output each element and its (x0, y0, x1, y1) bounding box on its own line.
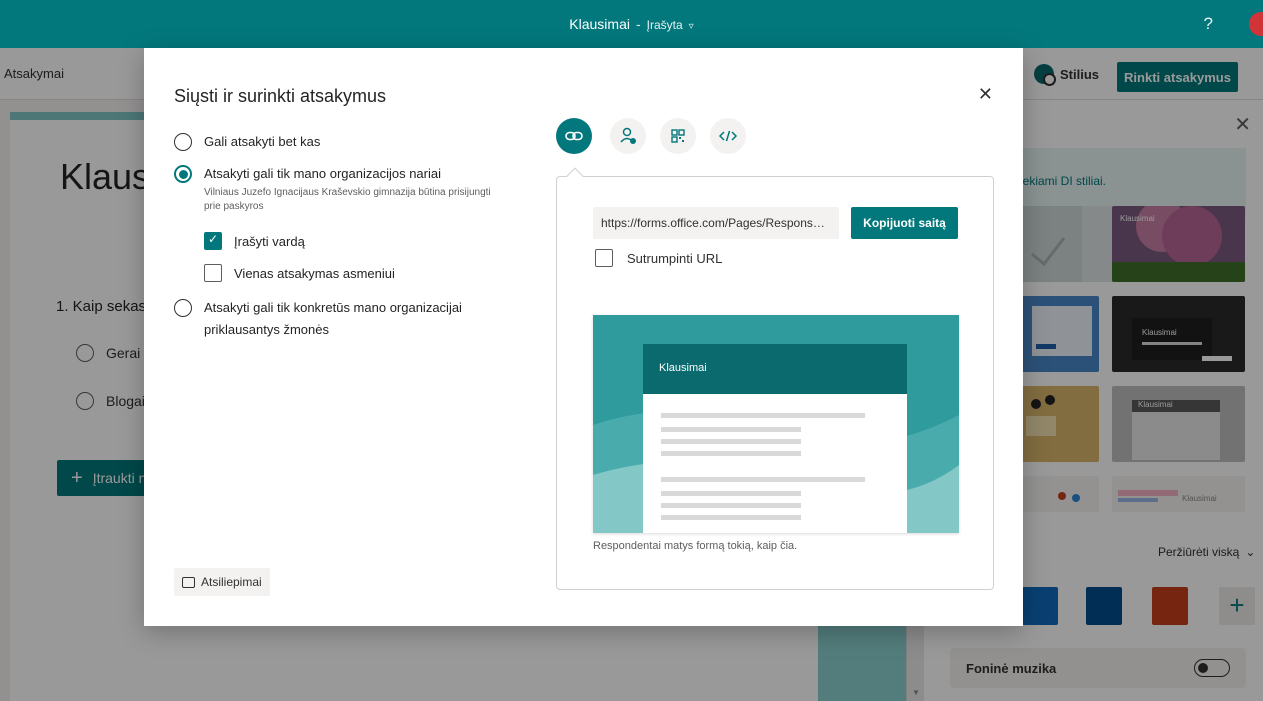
form-title-header[interactable]: Klausimai - Įrašyta ▿ (0, 0, 1263, 48)
option-label: Atsakyti gali tik mano organizacijos nar… (204, 166, 441, 181)
preview-line (661, 515, 801, 520)
copy-link-button[interactable]: Kopijuoti saitą (851, 207, 958, 239)
preview-line (661, 491, 801, 496)
checkbox-icon (595, 249, 613, 267)
option-anyone[interactable]: Gali atsakyti bet kas (174, 133, 320, 151)
link-icon[interactable] (556, 118, 592, 154)
embed-code-icon[interactable] (710, 118, 746, 154)
one-response-checkbox[interactable]: Vienas atsakymas asmeniui (204, 264, 395, 282)
option-sublabel: Vilniaus Juzefo Ignacijaus Kraševskio gi… (204, 187, 491, 212)
option-specific-people[interactable]: Atsakyti gali tik konkretūs mano organiz… (174, 299, 494, 341)
share-link-panel: https://forms.office.com/Pages/ResponseP… (556, 176, 994, 590)
radio-icon (174, 133, 192, 151)
preview-line (661, 413, 865, 418)
close-icon[interactable]: ✕ (978, 84, 993, 105)
preview-line (661, 451, 801, 456)
checkbox-label: Vienas atsakymas asmeniui (234, 265, 395, 281)
help-icon[interactable]: ? (1204, 0, 1213, 48)
share-dialog: Siųsti ir surinkti atsakymus ✕ Gali atsa… (144, 48, 1023, 626)
header-separator: - (635, 16, 641, 32)
chevron-down-icon[interactable]: ▿ (689, 3, 694, 51)
save-status: Įrašyta (646, 18, 683, 32)
feedback-button[interactable]: Atsiliepimai (174, 568, 270, 596)
feedback-label: Atsiliepimai (201, 575, 262, 589)
share-url-field[interactable]: https://forms.office.com/Pages/ResponseP… (593, 207, 839, 239)
preview-line (661, 427, 801, 432)
radio-icon (174, 299, 192, 317)
checkbox-icon (204, 264, 222, 282)
option-org-only[interactable]: Atsakyti gali tik mano organizacijos nar… (174, 165, 494, 214)
checkbox-checked-icon (204, 232, 222, 250)
invite-people-icon[interactable] (610, 118, 646, 154)
option-label: Atsakyti gali tik konkretūs mano organiz… (204, 300, 462, 337)
preview-line (661, 503, 801, 508)
preview-title: Klausimai (643, 344, 907, 394)
top-header: Klausimai - Įrašyta ▿ ? (0, 0, 1263, 48)
preview-line (661, 477, 865, 482)
radio-selected-icon (174, 165, 192, 183)
record-name-checkbox[interactable]: Įrašyti vardą (204, 232, 305, 250)
header-form-name: Klausimai (569, 16, 630, 32)
shorten-url-checkbox[interactable]: Sutrumpinti URL (595, 249, 722, 267)
form-preview: Klausimai (593, 315, 959, 533)
option-label: Gali atsakyti bet kas (204, 134, 321, 149)
preview-line (661, 439, 801, 444)
dialog-title: Siųsti ir surinkti atsakymus (174, 86, 387, 106)
feedback-icon (182, 576, 195, 588)
qr-code-icon[interactable] (660, 118, 696, 154)
checkbox-label: Įrašyti vardą (234, 233, 305, 249)
checkbox-label: Sutrumpinti URL (627, 250, 723, 266)
preview-caption: Respondentai matys formą tokią, kaip čia… (593, 540, 798, 552)
